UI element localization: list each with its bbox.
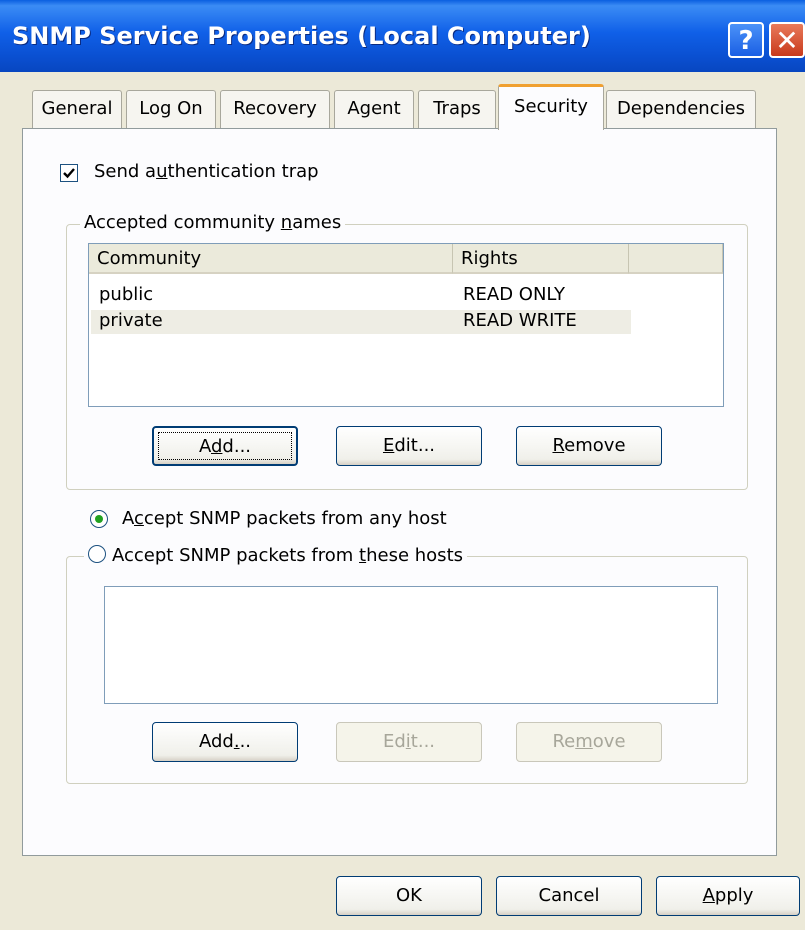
label-part: pply	[714, 885, 754, 906]
label-part: Accepted community	[84, 212, 281, 233]
tab-agent[interactable]: Agent	[334, 90, 414, 128]
label-part[interactable]: hese hosts	[366, 545, 463, 566]
host-list[interactable]	[104, 586, 718, 704]
window-title: SNMP Service Properties (Local Computer)	[12, 22, 591, 50]
community-remove-button[interactable]: Remove	[516, 426, 662, 466]
accelerator-key: n	[280, 212, 293, 233]
accelerator-key: A	[702, 885, 715, 906]
column-header-rights[interactable]: Rights	[453, 244, 629, 274]
these-hosts-legend: Accept SNMP packets from these hosts	[84, 545, 467, 566]
tab-traps[interactable]: Traps	[418, 90, 496, 128]
send-auth-trap-label[interactable]: Send authentication trap	[94, 161, 319, 182]
tab-recovery[interactable]: Recovery	[220, 90, 330, 128]
host-remove-button[interactable]: Remove	[516, 722, 662, 762]
accelerator-key: R	[552, 435, 565, 456]
label-part: Send a	[94, 161, 157, 182]
help-button[interactable]: ?	[728, 22, 764, 58]
accept-any-host-radio[interactable]	[90, 510, 108, 528]
close-icon: ✕	[775, 24, 799, 57]
tab-security[interactable]: Security	[498, 84, 604, 130]
community-add-button[interactable]: Add...	[152, 426, 298, 466]
accelerator-key: u	[156, 161, 168, 182]
tab-log-on[interactable]: Log On	[126, 90, 216, 128]
column-header-community[interactable]: Community	[89, 244, 453, 274]
focus-ring	[158, 432, 292, 460]
label-part: Ed	[382, 731, 406, 752]
title-bar[interactable]: SNMP Service Properties (Local Computer)…	[0, 0, 805, 72]
label-part: ove	[592, 731, 626, 752]
label-part: thentication trap	[167, 161, 319, 182]
list-item[interactable]: public READ ONLY	[91, 284, 631, 308]
label-part: Add	[198, 731, 234, 752]
checkmark-icon	[63, 168, 75, 179]
snmp-properties-dialog: SNMP Service Properties (Local Computer)…	[0, 0, 805, 930]
radio-selected-dot	[95, 515, 103, 523]
close-button[interactable]: ✕	[769, 22, 805, 58]
community-rights: READ ONLY	[463, 284, 566, 305]
label-part: ames	[292, 212, 342, 233]
label-part: emove	[564, 435, 626, 456]
accelerator-key: m	[575, 731, 593, 752]
community-names-legend: Accepted community names	[80, 212, 346, 233]
ok-button[interactable]: OK	[336, 876, 482, 916]
column-header-filler	[629, 244, 723, 274]
send-auth-trap-checkbox[interactable]	[60, 164, 78, 182]
help-icon: ?	[738, 26, 754, 56]
accept-these-hosts-radio[interactable]	[88, 545, 106, 563]
accelerator-key: E	[382, 435, 395, 456]
community-name: public	[99, 284, 154, 305]
apply-button[interactable]: Apply	[656, 876, 800, 916]
label-part: t...	[410, 731, 436, 752]
cancel-button[interactable]: Cancel	[496, 876, 642, 916]
label-part: A	[122, 508, 134, 529]
label-part: ..	[239, 731, 252, 752]
label-part[interactable]: Accept SNMP packets from	[112, 545, 359, 566]
accelerator-key: c	[134, 508, 144, 529]
community-list[interactable]: Community Rights public READ ONLY privat…	[88, 243, 724, 407]
list-item[interactable]: private READ WRITE	[91, 310, 631, 334]
tab-general[interactable]: General	[32, 90, 122, 128]
community-name: private	[99, 310, 163, 331]
label-part: Re	[552, 731, 576, 752]
host-add-button[interactable]: Add...	[152, 722, 298, 762]
label-part: dit...	[394, 435, 436, 456]
host-edit-button[interactable]: Edit...	[336, 722, 482, 762]
community-edit-button[interactable]: Edit...	[336, 426, 482, 466]
label-part: cept SNMP packets from any host	[143, 508, 447, 529]
community-rights: READ WRITE	[463, 310, 577, 331]
tab-dependencies[interactable]: Dependencies	[606, 90, 756, 128]
accept-any-host-label[interactable]: Accept SNMP packets from any host	[122, 508, 447, 529]
